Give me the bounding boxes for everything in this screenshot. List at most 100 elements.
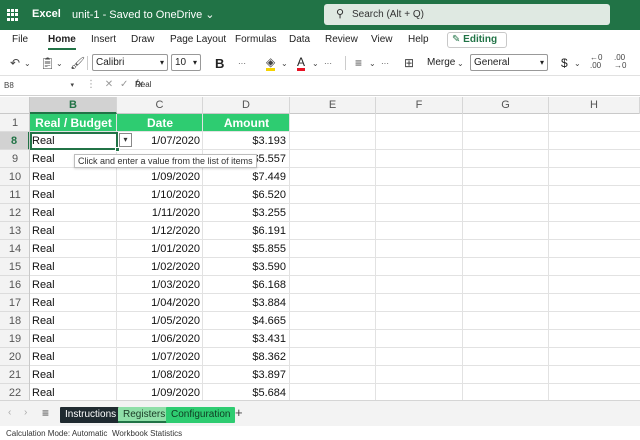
cell-amount[interactable]: $8.362 [203,348,286,366]
formula-input[interactable]: Real [135,80,151,89]
name-box[interactable]: B8 ▾ [0,77,80,94]
chevron-left-icon[interactable]: ‹ [8,407,11,418]
cell-real-budget[interactable]: Real [32,366,55,384]
more-options-icon[interactable]: ⋮ [86,79,96,90]
merge-icon[interactable]: ⊞ [404,56,414,70]
row-header[interactable]: 13 [0,222,29,240]
column-header-e[interactable]: E [290,97,376,114]
chevron-down-icon[interactable]: ⌄ [457,59,464,68]
cell-real-budget[interactable]: Real [32,204,55,222]
row-header[interactable]: 20 [0,348,29,366]
chevron-right-icon[interactable]: › [24,407,27,418]
more-options-icon[interactable]: ··· [381,59,389,68]
cell-date[interactable]: 1/05/2020 [117,312,200,330]
cell-amount[interactable]: $3.897 [203,366,286,384]
cell-amount[interactable]: $6.168 [203,276,286,294]
chevron-down-icon[interactable]: ⌄ [56,59,63,68]
search-input[interactable] [352,7,592,21]
row-header[interactable]: 21 [0,366,29,384]
chevron-down-icon[interactable]: ⌄ [24,59,31,68]
chevron-down-icon[interactable]: ⌄ [574,59,581,68]
fill-handle[interactable] [115,147,120,152]
cell-amount[interactable]: $7.449 [203,168,286,186]
cell-real-budget[interactable]: Real [32,348,55,366]
merge-button[interactable]: Merge [427,57,455,68]
all-sheets-menu-icon[interactable]: ≡ [42,406,49,420]
file-title[interactable]: unit-1 - Saved to OneDrive ⌄ [72,8,215,21]
chevron-down-icon[interactable]: ⌄ [312,59,319,68]
cell-amount[interactable]: $6.520 [203,186,286,204]
tab-data[interactable]: Data [289,34,310,45]
cell-date[interactable]: 1/08/2020 [117,366,200,384]
cell-amount[interactable]: $5.684 [203,384,286,400]
column-header-b[interactable]: B [30,97,117,114]
cell-date[interactable]: 1/06/2020 [117,330,200,348]
cell-real-budget[interactable]: Real [32,186,55,204]
column-header-d[interactable]: D [203,97,290,114]
column-header-g[interactable]: G [463,97,549,114]
cell-real-budget[interactable]: Real [32,330,55,348]
cell-real-budget[interactable]: Real [32,240,55,258]
row-header[interactable]: 12 [0,204,29,222]
row-header-selected[interactable]: 8 [0,132,29,150]
cell-date[interactable]: 1/11/2020 [117,204,200,222]
bold-button[interactable]: B [215,56,224,71]
cell-amount[interactable]: $3.590 [203,258,286,276]
cell-date[interactable]: 1/04/2020 [117,294,200,312]
tab-page-layout[interactable]: Page Layout [170,34,226,45]
header-cell-amount[interactable]: Amount [203,114,290,132]
cell-amount[interactable]: $6.191 [203,222,286,240]
cell-amount[interactable]: $4.665 [203,312,286,330]
tab-view[interactable]: View [371,34,393,45]
increase-decimal-icon[interactable]: ←0.00 [590,54,602,70]
row-header[interactable]: 22 [0,384,29,400]
cell-date[interactable]: 1/07/2020 [117,348,200,366]
cell-amount[interactable]: $3.884 [203,294,286,312]
tab-home[interactable]: Home [48,34,76,50]
row-header[interactable]: 14 [0,240,29,258]
tab-review[interactable]: Review [325,34,358,45]
row-header[interactable]: 18 [0,312,29,330]
column-header-h[interactable]: H [549,97,640,114]
sheet-tab-configuration[interactable]: Configuration [166,407,236,423]
align-icon[interactable]: ≡ [355,56,362,70]
cell-date[interactable]: 1/01/2020 [117,240,200,258]
search-box[interactable]: ⚲ [324,4,610,25]
tab-draw[interactable]: Draw [131,34,154,45]
row-header[interactable]: 19 [0,330,29,348]
confirm-icon[interactable]: ✓ [120,79,128,90]
cell-real-budget[interactable]: Real [32,150,55,168]
header-cell-date[interactable]: Date [117,114,203,132]
cell-real-budget[interactable]: Real [32,276,55,294]
add-sheet-icon[interactable]: + [235,405,243,420]
number-format-select[interactable]: General ▾ [470,54,548,71]
tab-formulas[interactable]: Formulas [235,34,277,45]
cell-amount[interactable]: $5.855 [203,240,286,258]
cell-amount[interactable]: $3.255 [203,204,286,222]
font-name-select[interactable]: Calibri ▾ [92,54,168,71]
tab-file[interactable]: File [12,34,28,45]
cell-amount[interactable]: $3.431 [203,330,286,348]
cell-amount[interactable]: $3.193 [203,132,286,150]
cell-real-budget[interactable]: Real [32,222,55,240]
select-all-corner[interactable] [0,97,30,114]
cancel-icon[interactable]: ✕ [105,79,113,90]
cell-date[interactable]: 1/02/2020 [117,258,200,276]
row-header[interactable]: 11 [0,186,29,204]
chevron-down-icon[interactable]: ⌄ [281,59,288,68]
decrease-decimal-icon[interactable]: .00 →0 [614,54,626,70]
font-color-button[interactable]: A [297,56,306,71]
fill-color-icon[interactable]: ◈ [266,56,276,71]
more-options-icon[interactable]: ··· [324,59,332,68]
sheet-tab-instructions[interactable]: Instructions [60,407,122,423]
cell-real-budget[interactable]: Real [32,168,55,186]
tab-help[interactable]: Help [408,34,429,45]
row-header[interactable]: 15 [0,258,29,276]
paste-icon[interactable]: 📋︎ [40,56,55,70]
cell-real-budget[interactable]: Real [32,312,55,330]
row-header[interactable]: 9 [0,150,29,168]
format-painter-icon[interactable]: 🖌︎ [70,56,85,70]
sheet-tab-registers[interactable]: Registers [118,407,171,423]
cell-real-budget[interactable]: Real [32,294,55,312]
cell-date[interactable]: 1/03/2020 [117,276,200,294]
